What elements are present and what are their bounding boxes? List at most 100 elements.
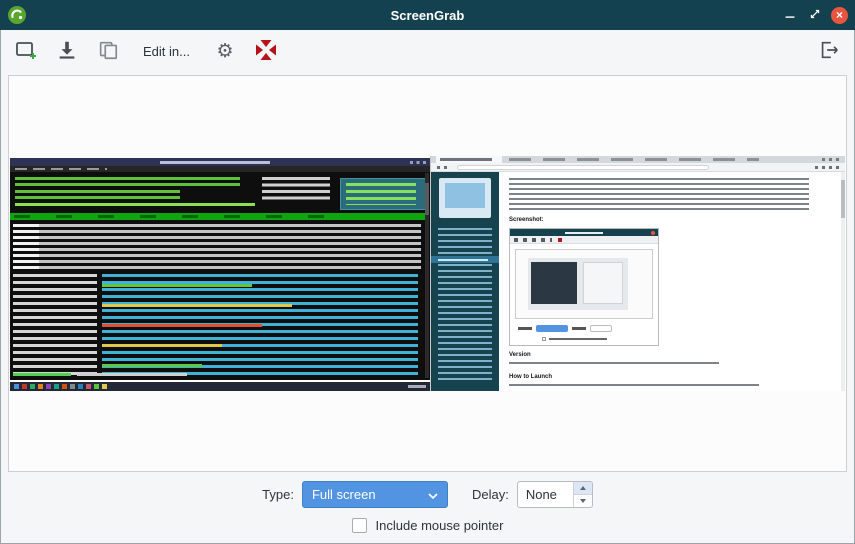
titlebar[interactable]: ScreenGrab × — [0, 0, 855, 30]
type-select-value: Full screen — [312, 487, 428, 502]
taskbar-item — [22, 384, 27, 389]
sidebar-thumbnail — [439, 178, 491, 218]
htop-header-row — [10, 213, 428, 220]
htop-info-column — [262, 177, 330, 203]
nested-type-label-bar — [518, 327, 532, 330]
browser-url-bar — [457, 165, 709, 170]
nested-delay-spin — [590, 325, 612, 332]
nested-checkbox — [542, 337, 546, 341]
nested-checkbox-label-bar — [549, 338, 607, 340]
screengrab-window: { "window": { "title": "ScreenGrab", "cl… — [0, 0, 855, 544]
process-pid-column — [13, 224, 39, 270]
quit-button[interactable] — [815, 37, 843, 65]
nested-preview-image — [528, 258, 628, 310]
heading-version: Version — [509, 352, 531, 358]
taskbar-item — [78, 384, 83, 389]
htop-meter-lines-3 — [15, 203, 255, 208]
nested-toolbar — [510, 236, 658, 244]
log-line-yellow-2 — [102, 344, 222, 347]
quit-icon — [818, 39, 840, 64]
terminal-window — [10, 158, 430, 380]
settings-button[interactable]: ⚙ — [211, 37, 239, 65]
type-delay-row: Type: Full screen Delay: None — [262, 481, 593, 508]
browser-active-tab — [436, 156, 502, 163]
nested-preview-box — [515, 249, 653, 319]
edit-in-button[interactable]: Edit in... — [135, 40, 198, 63]
type-select[interactable]: Full screen — [302, 481, 448, 508]
taskbar-item — [46, 384, 51, 389]
taskbar-item — [70, 384, 75, 389]
spin-up-button[interactable] — [574, 482, 592, 495]
minimize-button[interactable] — [781, 6, 799, 24]
taskbar-item — [54, 384, 59, 389]
browser-window: Screenshot: — [430, 156, 845, 391]
chevron-down-small-icon — [580, 499, 586, 503]
chevron-down-icon — [428, 486, 438, 504]
log-line-green-2 — [102, 364, 202, 367]
copy-button[interactable] — [94, 37, 122, 65]
spin-buttons — [573, 482, 592, 507]
terminal-scrollbar — [425, 173, 429, 378]
delay-value: None — [518, 482, 573, 507]
spin-down-button[interactable] — [574, 495, 592, 507]
preview-area: Screenshot: — [8, 75, 847, 472]
taskbar-item — [102, 384, 107, 389]
copy-icon — [97, 39, 119, 64]
taskbar-item — [38, 384, 43, 389]
maximize-icon — [807, 6, 823, 25]
nested-delay-label-bar — [572, 327, 586, 330]
browser-tab-titles — [509, 158, 759, 161]
browser-nav-icons — [815, 166, 839, 169]
window-controls: × — [781, 6, 848, 24]
terminal-menubar — [10, 166, 430, 172]
nested-fullscreen-combo — [536, 325, 568, 332]
desktop-taskbar — [10, 382, 430, 391]
include-pointer-row: Include mouse pointer — [352, 518, 504, 533]
launch-text-line — [509, 384, 759, 386]
close-button[interactable]: × — [831, 7, 848, 24]
sidebar-active-item — [431, 256, 499, 263]
heading-screenshot: Screenshot: — [509, 217, 544, 223]
manual-content: Screenshot: — [499, 172, 845, 391]
footer-controls: Type: Full screen Delay: None Include mo… — [0, 472, 855, 544]
nested-screengrab-screenshot — [509, 228, 659, 346]
chevron-up-icon — [580, 486, 586, 490]
screengrab-logo-icon — [255, 39, 277, 64]
nested-controls-row — [518, 324, 653, 332]
close-icon: × — [836, 9, 843, 21]
new-screenshot-icon — [14, 38, 38, 65]
manual-sidebar — [431, 172, 499, 391]
maximize-button[interactable] — [806, 6, 824, 24]
taskbar-item — [86, 384, 91, 389]
process-list-lines — [13, 224, 421, 270]
taskbar-item — [94, 384, 99, 389]
type-label: Type: — [262, 487, 294, 502]
content-paragraph-lines — [509, 178, 809, 212]
delay-spinbox[interactable]: None — [517, 481, 593, 508]
browser-scrollbar — [841, 172, 845, 391]
window-title: ScreenGrab — [0, 8, 855, 23]
screenshot-preview: Screenshot: — [10, 156, 845, 391]
gear-icon: ⚙ — [216, 42, 233, 61]
minimize-icon — [782, 6, 798, 25]
log-line-red — [102, 324, 262, 327]
lubuntu-logo-icon — [7, 5, 27, 25]
version-text-line — [509, 362, 719, 364]
htop-meter-lines — [15, 177, 240, 188]
nested-checkbox-row — [542, 336, 607, 341]
sidebar-nav-lines — [438, 228, 492, 383]
new-screenshot-button[interactable] — [12, 37, 40, 65]
log-line-green — [102, 284, 252, 287]
terminal-prompt-line — [13, 373, 71, 376]
toolbar: Edit in... ⚙ — [0, 30, 855, 72]
taskbar-item — [14, 384, 19, 389]
include-pointer-checkbox[interactable] — [352, 518, 367, 533]
delay-label: Delay: — [472, 487, 509, 502]
log-line-yellow — [102, 304, 292, 307]
include-pointer-label[interactable]: Include mouse pointer — [376, 518, 504, 533]
screengrab-logo-button[interactable] — [252, 37, 280, 65]
terminal-teal-panel — [340, 178, 426, 210]
heading-how-to-launch: How to Launch — [509, 374, 552, 380]
terminal-titlebar — [10, 158, 430, 166]
save-button[interactable] — [53, 37, 81, 65]
